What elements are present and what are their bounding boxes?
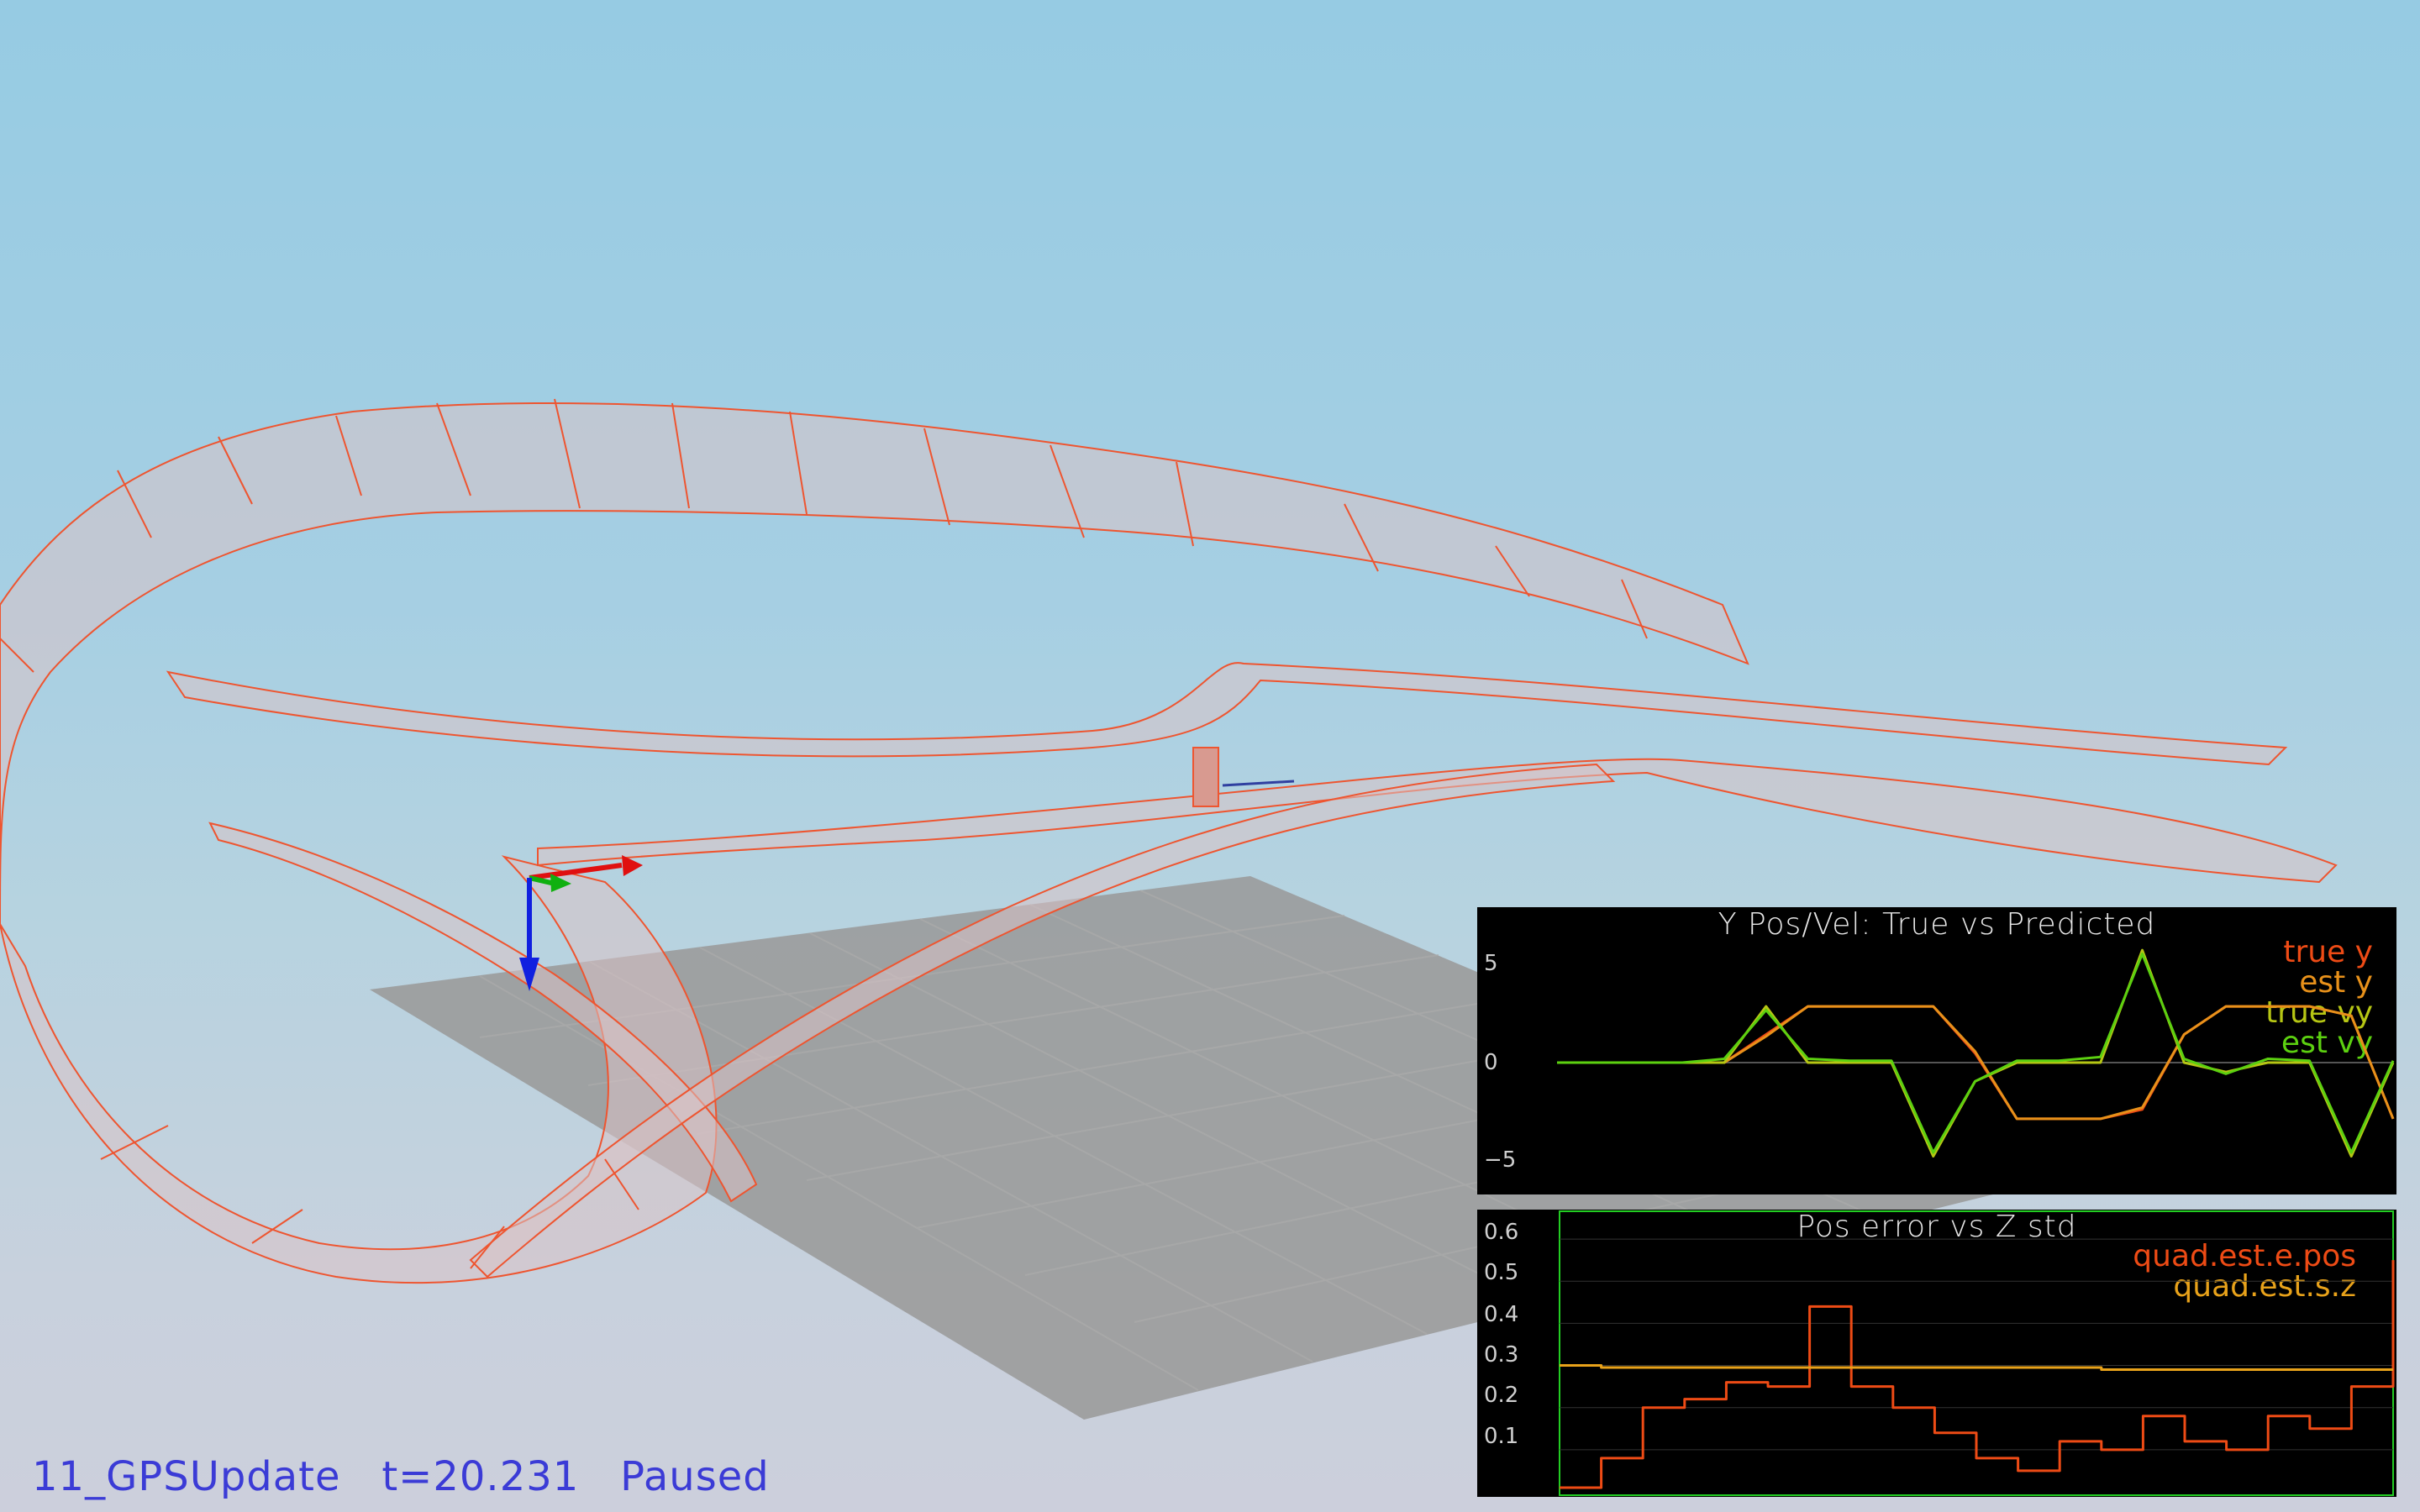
y-pos-vel-plot[interactable]: Y Pos/Vel: True vs Predicted true y est … [1477, 907, 2396, 1194]
status-bar: 11_GPSUpdate t=20.231 Paused [32, 1453, 770, 1500]
y-pos-vel-chart [1557, 948, 2395, 1158]
scenario-name: 11_GPSUpdate [32, 1453, 341, 1500]
sim-time: t=20.231 [381, 1453, 580, 1500]
series-line-quad-est-e-pos [1560, 1260, 2395, 1489]
sim-state: Paused [620, 1453, 770, 1500]
pos-error-plot[interactable]: Pos error vs Z std quad.est.e.pos quad.e… [1477, 1210, 2396, 1497]
series-line-quad-est-s-z [1560, 1364, 2393, 1372]
pos-error-chart [1559, 1210, 2395, 1496]
